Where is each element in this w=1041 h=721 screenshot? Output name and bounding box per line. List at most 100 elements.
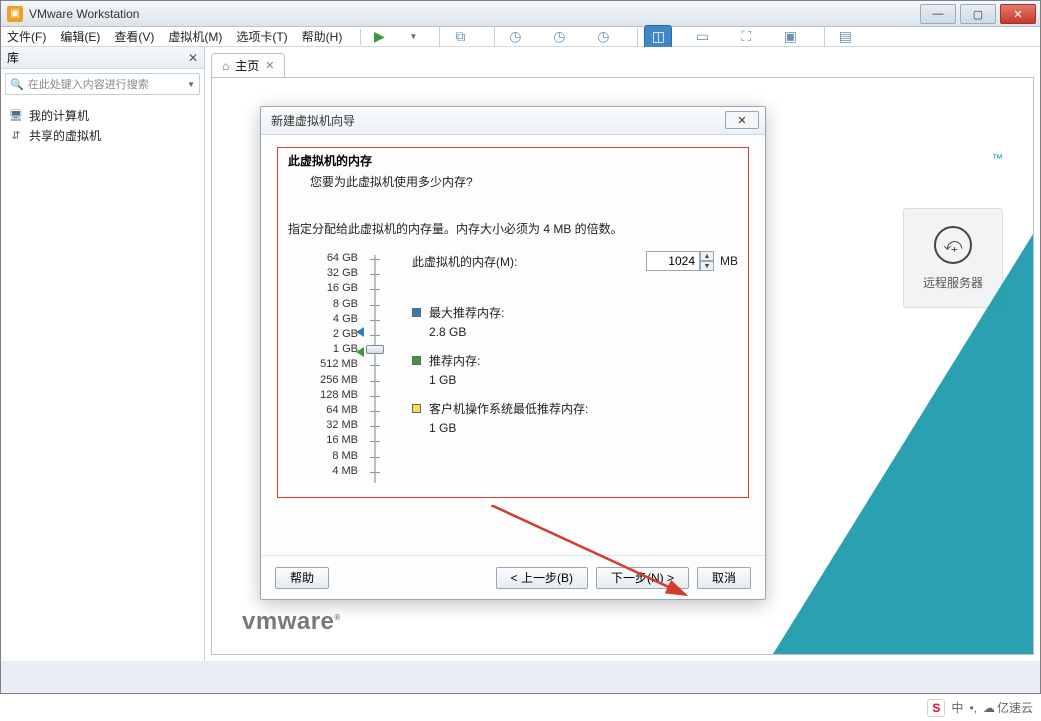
search-dropdown-icon[interactable]: ▼: [187, 80, 195, 89]
back-button[interactable]: < 上一步(B): [496, 567, 588, 589]
view-sidebar-button[interactable]: ◫: [644, 25, 672, 49]
snapshot-icon[interactable]: ⧉: [446, 25, 474, 49]
rec-memory-value: 1 GB: [429, 373, 738, 387]
home-icon: ⌂: [222, 59, 229, 73]
power-on-button[interactable]: ▶: [365, 25, 393, 49]
rec-memory-pointer-icon: [356, 347, 364, 357]
help-button[interactable]: 帮助: [275, 567, 329, 589]
new-vm-wizard-dialog: 新建虚拟机向导 ✕ 此虚拟机的内存 您要为此虚拟机使用多少内存? 指定分配给此虚…: [260, 106, 766, 600]
tab-close-icon[interactable]: ✕: [265, 59, 274, 72]
spin-down-button[interactable]: ▼: [700, 261, 714, 271]
tree-label: 我的计算机: [29, 107, 89, 124]
menu-vm[interactable]: 虚拟机(M): [168, 28, 222, 45]
menu-separator: [360, 29, 361, 45]
search-input[interactable]: 🔍 在此处键入内容进行搜索 ▼: [5, 73, 200, 95]
tab-label: 主页: [235, 57, 259, 74]
power-dropdown-icon[interactable]: ▼: [409, 32, 419, 41]
min-memory-value: 1 GB: [429, 421, 738, 435]
library-tree: 🖥 我的计算机 ⇵ 共享的虚拟机: [1, 99, 204, 151]
max-memory-label: 最大推荐内存:: [429, 305, 504, 321]
next-button[interactable]: 下一步(N) >: [596, 567, 689, 589]
min-memory-label: 客户机操作系统最低推荐内存:: [429, 401, 588, 417]
tree-item-my-computer[interactable]: 🖥 我的计算机: [9, 105, 196, 125]
fullscreen-button[interactable]: ⛶: [732, 25, 760, 49]
menubar: 文件(F) 编辑(E) 查看(V) 虚拟机(M) 选项卡(T) 帮助(H) ▶ ▼…: [1, 27, 1040, 47]
sidebar-header: 库 ✕: [1, 47, 204, 69]
menu-tabs[interactable]: 选项卡(T): [236, 28, 287, 45]
max-memory-pointer-icon: [356, 327, 364, 337]
search-placeholder: 在此处键入内容进行搜索: [28, 76, 187, 92]
menu-file[interactable]: 文件(F): [7, 28, 46, 45]
dialog-title: 新建虚拟机向导: [271, 112, 355, 129]
memory-input-wrap: ▲ ▼ MB: [646, 251, 738, 271]
toolbar-separator: [824, 27, 825, 47]
memory-legend: 最大推荐内存: 2.8 GB 推荐内存: 1 GB 客户: [412, 305, 738, 435]
square-green-icon: [412, 356, 421, 365]
tab-home[interactable]: ⌂ 主页 ✕: [211, 53, 285, 77]
decorative-triangle: [773, 234, 1033, 654]
taskbar: S 中 •, ☁ 亿速云: [0, 694, 1041, 721]
toolbar-separator: [439, 27, 440, 47]
menu-view[interactable]: 查看(V): [114, 28, 154, 45]
vmware-brand: vmware®: [242, 608, 341, 636]
computer-icon: 🖥: [9, 109, 23, 121]
home-content: ™ ⤽ 远程服务器 vmware® 新建虚拟机向导 ✕: [211, 77, 1034, 655]
tree-item-shared-vms[interactable]: ⇵ 共享的虚拟机: [9, 125, 196, 145]
memory-input[interactable]: [646, 251, 700, 271]
dialog-close-button[interactable]: ✕: [725, 111, 759, 129]
clock2-icon[interactable]: ◷: [545, 25, 573, 49]
ime-lang[interactable]: 中: [951, 699, 963, 716]
cloud-icon: ☁: [983, 701, 995, 715]
sidebar-title: 库: [7, 49, 19, 66]
search-icon: 🔍: [10, 78, 24, 91]
memory-spinner: ▲ ▼: [700, 251, 714, 271]
dialog-body: 此虚拟机的内存 您要为此虚拟机使用多少内存? 指定分配给此虚拟机的内存量。内存大…: [261, 135, 765, 555]
window-controls: — ▢ ✕: [920, 1, 1040, 24]
memory-right-panel: 此虚拟机的内存(M): ▲ ▼ MB: [390, 251, 738, 449]
window-title: VMware Workstation: [29, 7, 139, 21]
wizard-subtitle: 您要为此虚拟机使用多少内存?: [310, 173, 738, 190]
square-blue-icon: [412, 308, 421, 317]
instruction-text: 指定分配给此虚拟机的内存量。内存大小必须为 4 MB 的倍数。: [288, 220, 738, 237]
main-body: 库 ✕ 🔍 在此处键入内容进行搜索 ▼ 🖥 我的计算机 ⇵ 共享的虚拟机: [1, 47, 1040, 661]
dialog-titlebar[interactable]: 新建虚拟机向导 ✕: [261, 107, 765, 135]
content-area: ⌂ 主页 ✕ ™ ⤽ 远程服务器 vmware® 新建虚拟机向导: [205, 47, 1040, 661]
menu-help[interactable]: 帮助(H): [302, 28, 343, 45]
spin-up-button[interactable]: ▲: [700, 251, 714, 261]
toolbar-separator: [637, 27, 638, 47]
unity-button[interactable]: ▣: [776, 25, 804, 49]
memory-unit: MB: [720, 254, 738, 268]
tm-badge: ™: [992, 153, 1003, 165]
highlight-box: 此虚拟机的内存 您要为此虚拟机使用多少内存? 指定分配给此虚拟机的内存量。内存大…: [277, 147, 749, 498]
view-thumbnail-button[interactable]: ▭: [688, 25, 716, 49]
brand-registered: ®: [334, 613, 340, 622]
memory-scale-labels: 64 GB32 GB16 GB8 GB4 GB2 GB1 GB512 MB256…: [288, 251, 358, 479]
sidebar-close-icon[interactable]: ✕: [188, 51, 198, 65]
maximize-button[interactable]: ▢: [960, 4, 996, 24]
wizard-title: 此虚拟机的内存: [288, 152, 738, 169]
titlebar[interactable]: ▣ VMware Workstation — ▢ ✕: [1, 1, 1040, 27]
close-button[interactable]: ✕: [1000, 4, 1036, 24]
clock3-icon[interactable]: ◷: [589, 25, 617, 49]
rec-memory-label: 推荐内存:: [429, 353, 480, 369]
dialog-footer: 帮助 < 上一步(B) 下一步(N) > 取消: [261, 555, 765, 599]
clock1-icon[interactable]: ◷: [501, 25, 529, 49]
wizard-header: 此虚拟机的内存 您要为此虚拟机使用多少内存?: [288, 148, 738, 190]
library-sidebar: 库 ✕ 🔍 在此处键入内容进行搜索 ▼ 🖥 我的计算机 ⇵ 共享的虚拟机: [1, 47, 205, 661]
cancel-button[interactable]: 取消: [697, 567, 751, 589]
cloud-text: 亿速云: [997, 699, 1033, 716]
sogou-ime-icon[interactable]: S: [927, 699, 945, 717]
square-yellow-icon: [412, 404, 421, 413]
memory-label: 此虚拟机的内存(M):: [412, 253, 517, 270]
tree-label: 共享的虚拟机: [29, 127, 101, 144]
toolbar-separator: [494, 27, 495, 47]
menu-edit[interactable]: 编辑(E): [60, 28, 100, 45]
slider-thumb[interactable]: [366, 345, 384, 354]
tabstrip: ⌂ 主页 ✕: [211, 53, 1034, 77]
stretch-button[interactable]: ▤: [831, 25, 859, 49]
app-window: ▣ VMware Workstation — ▢ ✕ 文件(F) 编辑(E) 查…: [0, 0, 1041, 694]
cloud-watermark: ☁ 亿速云: [983, 699, 1033, 716]
ime-sep: •,: [969, 701, 977, 715]
minimize-button[interactable]: —: [920, 4, 956, 24]
brand-text: vmware: [242, 608, 334, 635]
